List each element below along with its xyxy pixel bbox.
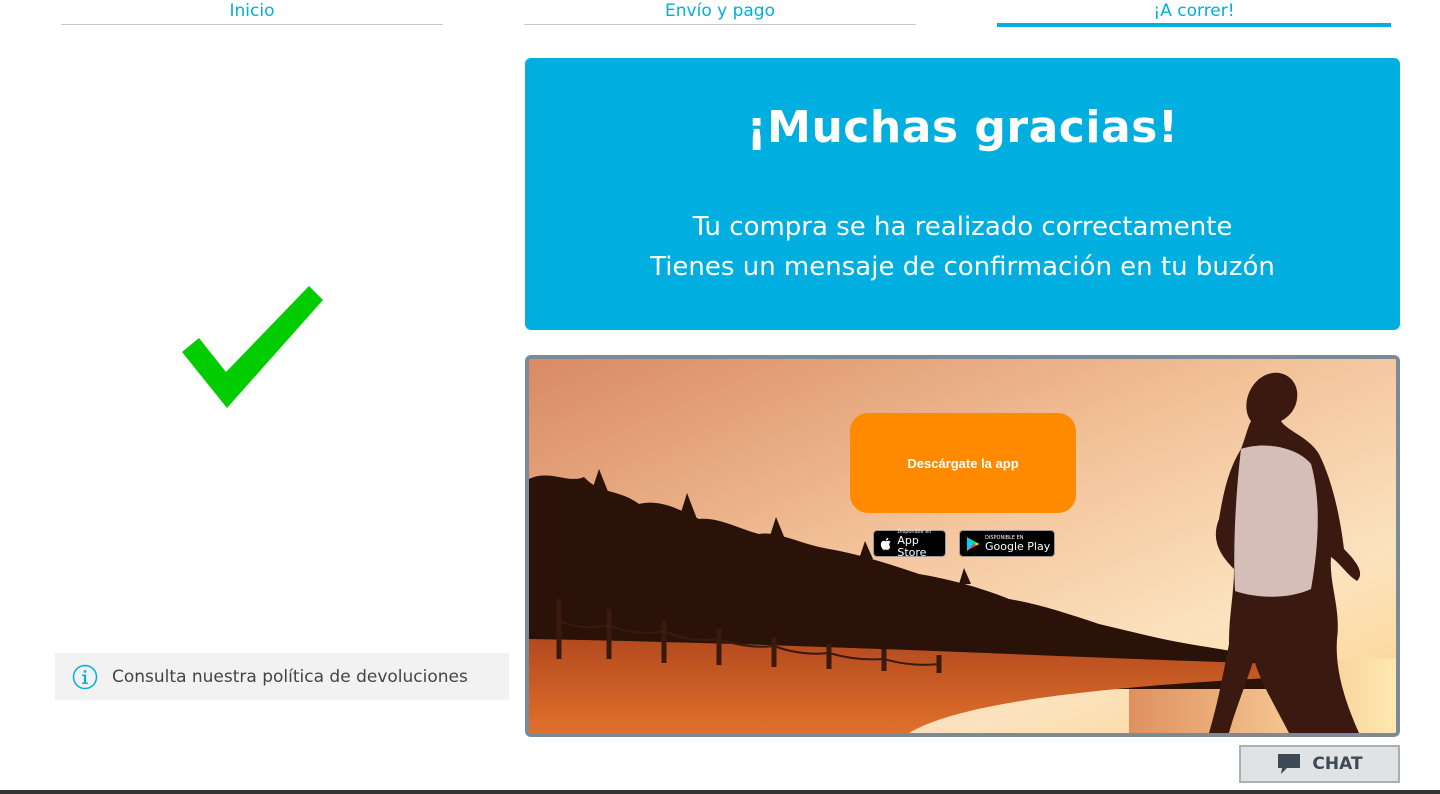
bottom-divider — [0, 790, 1440, 794]
step-label: ¡A correr! — [1153, 1, 1235, 21]
app-promo-card: Descárgate la app Disponible en App Stor… — [525, 355, 1400, 737]
thank-you-card: ¡Muchas gracias! Tu compra se ha realiza… — [525, 58, 1400, 330]
play-icon — [967, 536, 980, 551]
step-a-correr: ¡A correr! — [997, 0, 1391, 27]
chat-label: CHAT — [1312, 754, 1363, 774]
step-underline-active — [997, 23, 1391, 27]
step-envio-pago[interactable]: Envío y pago — [524, 0, 916, 25]
step-label: Envío y pago — [665, 1, 775, 21]
thank-you-title: ¡Muchas gracias! — [746, 102, 1179, 153]
step-underline — [524, 24, 916, 25]
download-app-button[interactable]: Descárgate la app — [850, 413, 1076, 513]
purchase-success-message: Tu compra se ha realizado correctamente — [692, 212, 1233, 242]
info-icon — [72, 664, 98, 689]
success-check-icon — [182, 286, 323, 408]
google-play-badge[interactable]: DISPONIBLE EN Google Play — [959, 530, 1055, 557]
apple-icon — [880, 537, 891, 550]
step-underline — [61, 24, 443, 25]
step-inicio[interactable]: Inicio — [61, 0, 443, 25]
app-store-badge[interactable]: Disponible en App Store — [873, 529, 946, 559]
return-policy-text: Consulta nuestra política de devolucione… — [112, 666, 468, 687]
confirmation-email-message: Tienes un mensaje de confirmación en tu … — [650, 252, 1275, 282]
chat-bubble-icon — [1278, 754, 1301, 774]
step-label: Inicio — [229, 1, 275, 21]
chat-button[interactable]: CHAT — [1239, 745, 1400, 783]
app-store-big-text: App Store — [897, 533, 927, 559]
return-policy-link[interactable]: Consulta nuestra política de devolucione… — [55, 653, 509, 700]
google-play-big-text: Google Play — [985, 539, 1051, 553]
